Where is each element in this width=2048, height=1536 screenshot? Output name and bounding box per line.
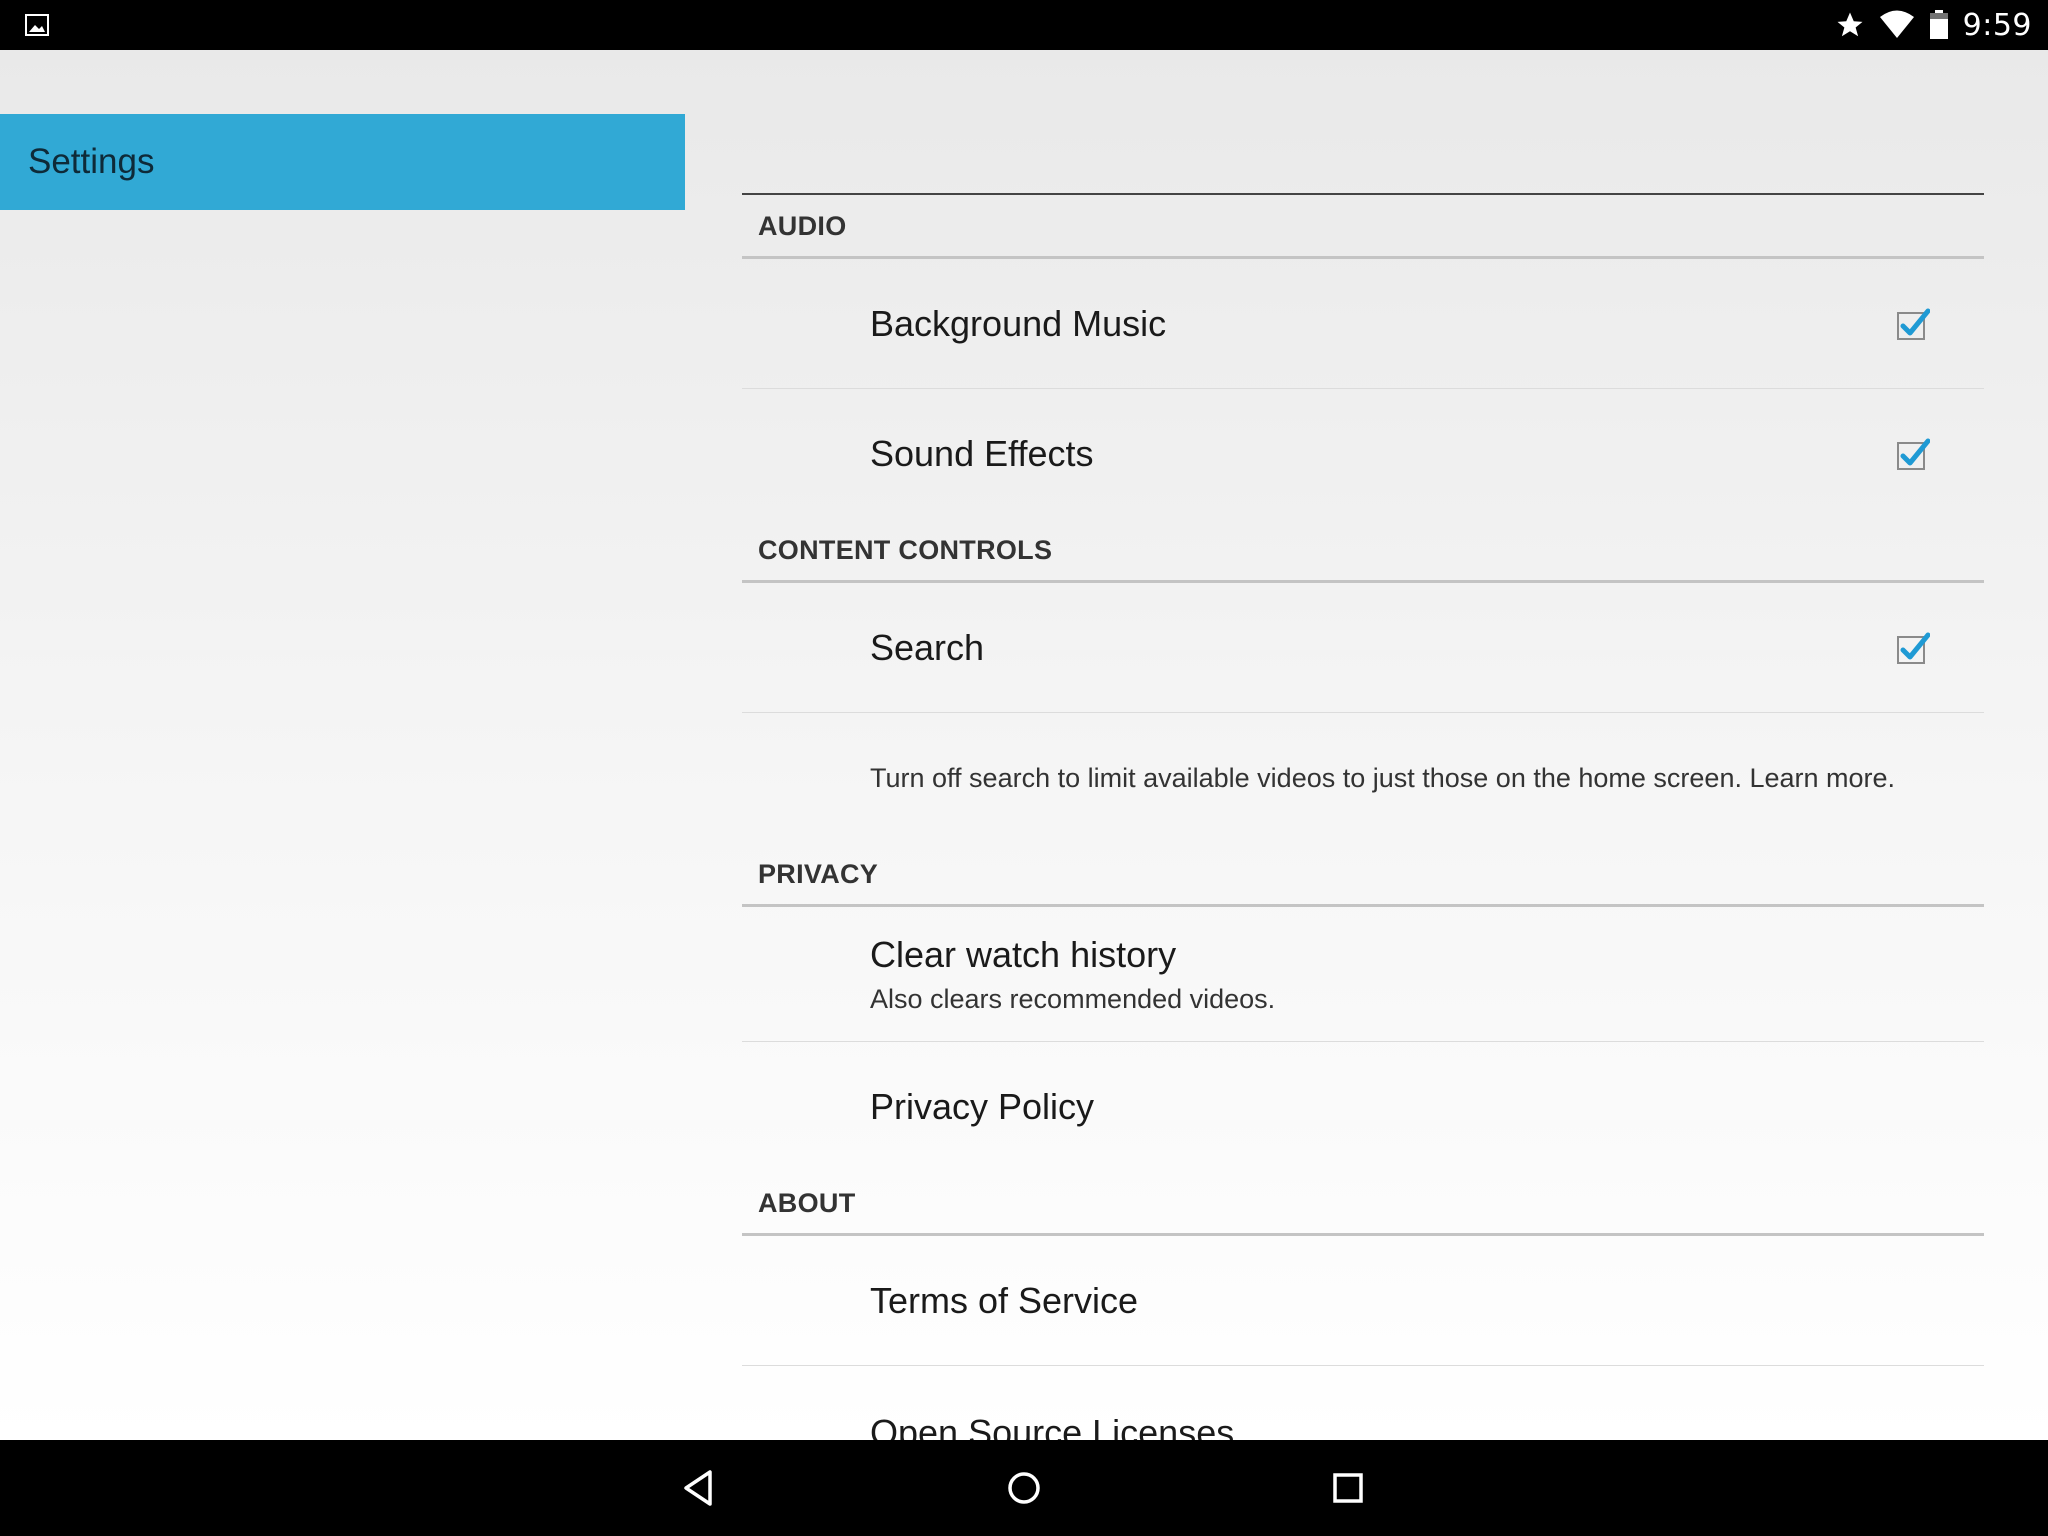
section-header-content-controls: CONTENT CONTROLS (742, 519, 1984, 583)
pref-background-music[interactable]: Background Music (742, 259, 1984, 389)
pref-title: Terms of Service (870, 1279, 1139, 1321)
battery-icon (1929, 10, 1948, 39)
status-bar: 9:59 (0, 0, 2048, 50)
pref-title: Sound Effects (870, 433, 1094, 474)
search-checkbox[interactable] (1896, 631, 1930, 665)
wifi-icon (1879, 10, 1914, 38)
status-icons: 9:59 (1835, 0, 2032, 50)
gallery-icon (25, 14, 49, 36)
pref-title: Privacy Policy (870, 1086, 1095, 1127)
star-icon (1837, 12, 1863, 37)
pref-terms-of-service[interactable]: Terms of Service (742, 1236, 1984, 1366)
section-header-about: ABOUT (742, 1172, 1984, 1236)
back-icon[interactable] (676, 1464, 724, 1512)
clock-time: 9:59 (1962, 7, 2032, 43)
pref-title: Search (870, 626, 985, 668)
navigation-bar (0, 1440, 2048, 1536)
settings-panel[interactable]: AUDIO Background Music Sound Effects CON… (742, 193, 1984, 1440)
home-icon[interactable] (1000, 1464, 1048, 1512)
pref-title: Clear watch history (870, 933, 1177, 975)
section-header-audio: AUDIO (742, 195, 1984, 259)
pref-search[interactable]: Search (742, 583, 1984, 713)
settings-screen: Settings AUDIO Background Music Sound Ef… (0, 50, 2048, 1440)
pref-privacy-policy[interactable]: Privacy Policy (742, 1042, 1984, 1172)
sidebar-item-settings[interactable]: Settings (0, 114, 685, 210)
pref-summary: Also clears recommended videos. (870, 983, 1276, 1014)
search-note-text: Turn off search to limit available video… (870, 762, 1896, 793)
search-note: Turn off search to limit available video… (742, 713, 1984, 843)
pref-clear-watch-history[interactable]: Clear watch history Also clears recommen… (742, 907, 1984, 1042)
sound-effects-checkbox[interactable] (1896, 437, 1930, 471)
pref-title: Background Music (870, 302, 1167, 344)
recent-apps-icon[interactable] (1324, 1464, 1372, 1512)
pref-title: Open Source Licenses (870, 1412, 1235, 1440)
pref-sound-effects[interactable]: Sound Effects (742, 389, 1984, 519)
sidebar-header-label: Settings (28, 142, 155, 181)
section-header-privacy: PRIVACY (742, 843, 1984, 907)
pref-open-source-licenses[interactable]: Open Source Licenses (742, 1366, 1984, 1440)
pref-text-block: Clear watch history Also clears recommen… (870, 934, 1275, 1015)
background-music-checkbox[interactable] (1896, 307, 1930, 341)
